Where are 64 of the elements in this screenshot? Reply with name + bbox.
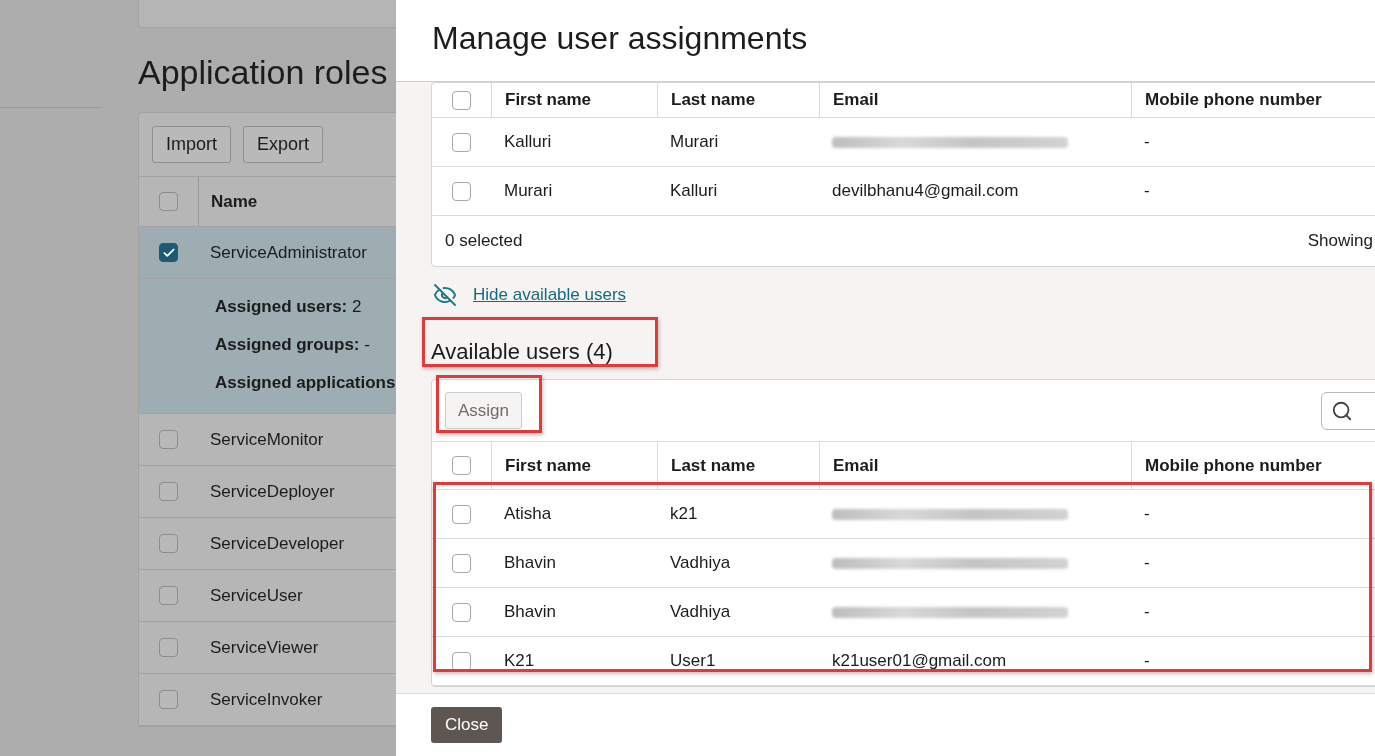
- checkbox[interactable]: [452, 553, 471, 573]
- column-header[interactable]: Email: [833, 455, 879, 476]
- column-header[interactable]: Mobile phone number: [1145, 455, 1322, 476]
- role-name[interactable]: ServiceMonitor: [198, 429, 324, 450]
- section-heading: Available users (4): [431, 338, 613, 366]
- column-header[interactable]: Email: [833, 90, 879, 110]
- table-cell-text: Murari: [669, 132, 719, 152]
- checkbox[interactable]: [159, 192, 178, 211]
- checkbox[interactable]: [159, 430, 178, 449]
- checkbox[interactable]: [159, 638, 178, 657]
- role-name[interactable]: ServiceDeployer: [198, 481, 335, 502]
- checkbox[interactable]: [452, 181, 471, 201]
- checkbox[interactable]: [159, 586, 178, 605]
- table-cell-text: -: [1143, 553, 1150, 573]
- table-cell-text: Kalluri: [503, 132, 552, 152]
- column-header[interactable]: First name: [505, 455, 591, 476]
- checkbox[interactable]: [452, 132, 471, 152]
- table-cell-text: -: [1143, 132, 1150, 152]
- detail-text: Assigned users: 2: [215, 297, 363, 317]
- detail-text: Assigned groups: -: [215, 335, 371, 355]
- eye-off-icon[interactable]: [433, 282, 457, 307]
- role-name[interactable]: ServiceUser: [198, 585, 303, 606]
- checkbox[interactable]: [159, 534, 178, 553]
- showing-text: Showing: [1307, 231, 1373, 251]
- table-cell-text: k21user01@gmail.com: [831, 651, 1007, 671]
- role-name[interactable]: ServiceInvoker: [198, 689, 323, 710]
- role-name[interactable]: ServiceViewer: [198, 637, 319, 658]
- table-cell-text: Murari: [503, 181, 553, 201]
- column-header[interactable]: First name: [505, 90, 591, 110]
- checkbox[interactable]: [159, 243, 178, 262]
- table-cell-text: devilbhanu4@gmail.com: [831, 181, 1019, 201]
- checkbox[interactable]: [452, 456, 471, 475]
- table-cell-text: -: [1143, 651, 1150, 671]
- role-name[interactable]: ServiceDeveloper: [198, 533, 345, 554]
- table-cell-text: Vadhiya: [669, 602, 731, 622]
- table-cell-text: -: [1143, 181, 1150, 201]
- checkbox[interactable]: [159, 482, 178, 501]
- table-cell-text: K21: [503, 651, 535, 671]
- drawer-title: Manage user assignments: [432, 20, 808, 57]
- close-button[interactable]: Close: [431, 707, 503, 743]
- table-cell-text: -: [1143, 602, 1150, 622]
- toolbar-button[interactable]: Import: [152, 126, 231, 163]
- column-header[interactable]: Last name: [671, 90, 756, 110]
- table-cell-text: Vadhiya: [669, 553, 731, 573]
- column-header[interactable]: Mobile phone number: [1145, 90, 1322, 110]
- page-title: Application roles: [138, 52, 389, 92]
- detail-text: Assigned applications: [215, 373, 396, 393]
- search-icon: [1331, 399, 1353, 422]
- toolbar-button[interactable]: Export: [243, 126, 324, 163]
- checkbox[interactable]: [452, 90, 471, 110]
- column-header[interactable]: Last name: [671, 455, 756, 476]
- checkbox[interactable]: [452, 504, 471, 524]
- table-cell-text: Atisha: [503, 504, 552, 524]
- table-cell-text: k21: [669, 504, 698, 524]
- table-cell-text: Bhavin: [503, 602, 556, 622]
- table-cell-text: User1: [669, 651, 716, 671]
- checkbox[interactable]: [452, 602, 471, 622]
- table-cell-text: -: [1143, 504, 1150, 524]
- column-header[interactable]: Name: [211, 191, 258, 212]
- checkbox[interactable]: [159, 690, 178, 709]
- table-cell-text: Bhavin: [503, 553, 556, 573]
- table-cell-text: Kalluri: [669, 181, 718, 201]
- selected-count: 0 selected: [445, 231, 523, 251]
- hide-available-users-link[interactable]: Hide available users: [473, 284, 627, 305]
